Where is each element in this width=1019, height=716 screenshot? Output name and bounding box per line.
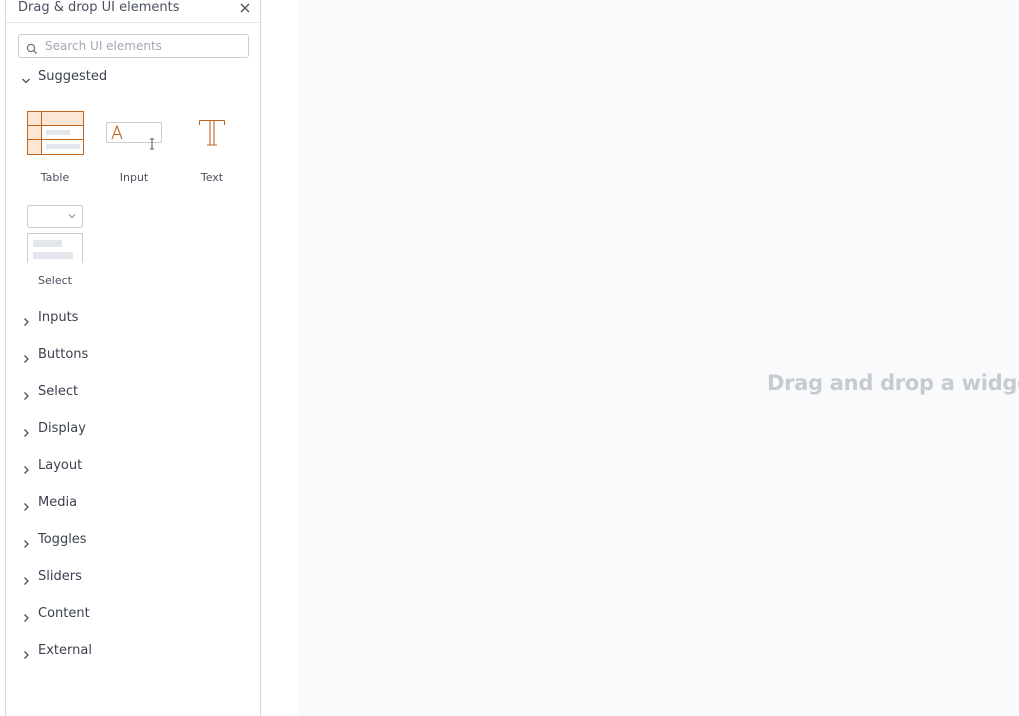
chevron-right-icon	[20, 387, 32, 400]
section-toggles[interactable]: Toggles	[20, 531, 250, 551]
section-label: Content	[38, 606, 90, 621]
widget-input[interactable]: Input	[101, 105, 167, 185]
select-widget-icon	[27, 205, 83, 263]
text-widget-icon	[198, 119, 226, 146]
widget-label: Table	[40, 171, 70, 184]
section-label: Media	[38, 495, 78, 510]
input-widget-icon	[106, 122, 162, 150]
section-label: Inputs	[38, 310, 79, 325]
chevron-right-icon	[20, 535, 32, 548]
chevron-right-icon	[20, 646, 32, 659]
section-media[interactable]: Media	[20, 494, 250, 514]
chevron-right-icon	[20, 350, 32, 363]
table-widget-icon	[27, 111, 84, 155]
section-label: Layout	[38, 458, 83, 473]
chevron-right-icon	[20, 424, 32, 437]
widget-text[interactable]: Text	[179, 105, 245, 185]
section-display[interactable]: Display	[20, 420, 250, 440]
section-label: Buttons	[38, 347, 89, 362]
widget-label: Text	[200, 171, 224, 184]
close-icon[interactable]	[238, 0, 252, 14]
chevron-right-icon	[20, 461, 32, 474]
section-external[interactable]: External	[20, 642, 250, 662]
editor-canvas[interactable]: Drag and drop a widge	[298, 0, 1019, 716]
section-label: External	[38, 643, 92, 658]
search-icon	[26, 40, 38, 54]
section-label: Toggles	[38, 532, 87, 547]
section-content[interactable]: Content	[20, 605, 250, 625]
chevron-right-icon	[20, 313, 32, 326]
chevron-right-icon	[20, 609, 32, 622]
section-select[interactable]: Select	[20, 383, 250, 403]
chevron-right-icon	[20, 498, 32, 511]
section-inputs[interactable]: Inputs	[20, 309, 250, 329]
canvas-placeholder: Drag and drop a widge	[767, 371, 1019, 395]
section-label: Suggested	[38, 69, 108, 84]
section-label: Sliders	[38, 569, 82, 584]
widget-select[interactable]: Select	[22, 200, 88, 287]
chevron-down-icon	[20, 72, 32, 84]
widget-table[interactable]: Table	[22, 105, 88, 185]
section-sliders[interactable]: Sliders	[20, 568, 250, 588]
section-layout[interactable]: Layout	[20, 457, 250, 477]
section-label: Display	[38, 421, 86, 436]
panel-header: Drag & drop UI elements	[6, 0, 260, 23]
section-label: Select	[38, 384, 79, 399]
section-suggested[interactable]: Suggested	[20, 68, 250, 88]
search-field[interactable]	[18, 34, 249, 58]
search-input[interactable]	[45, 37, 243, 55]
panel-title: Drag & drop UI elements	[18, 0, 180, 15]
widget-label: Input	[119, 171, 149, 184]
chevron-right-icon	[20, 572, 32, 585]
section-buttons[interactable]: Buttons	[20, 346, 250, 366]
widget-label: Select	[38, 274, 72, 287]
widget-panel: Drag & drop UI elements Suggested Table	[5, 0, 261, 716]
